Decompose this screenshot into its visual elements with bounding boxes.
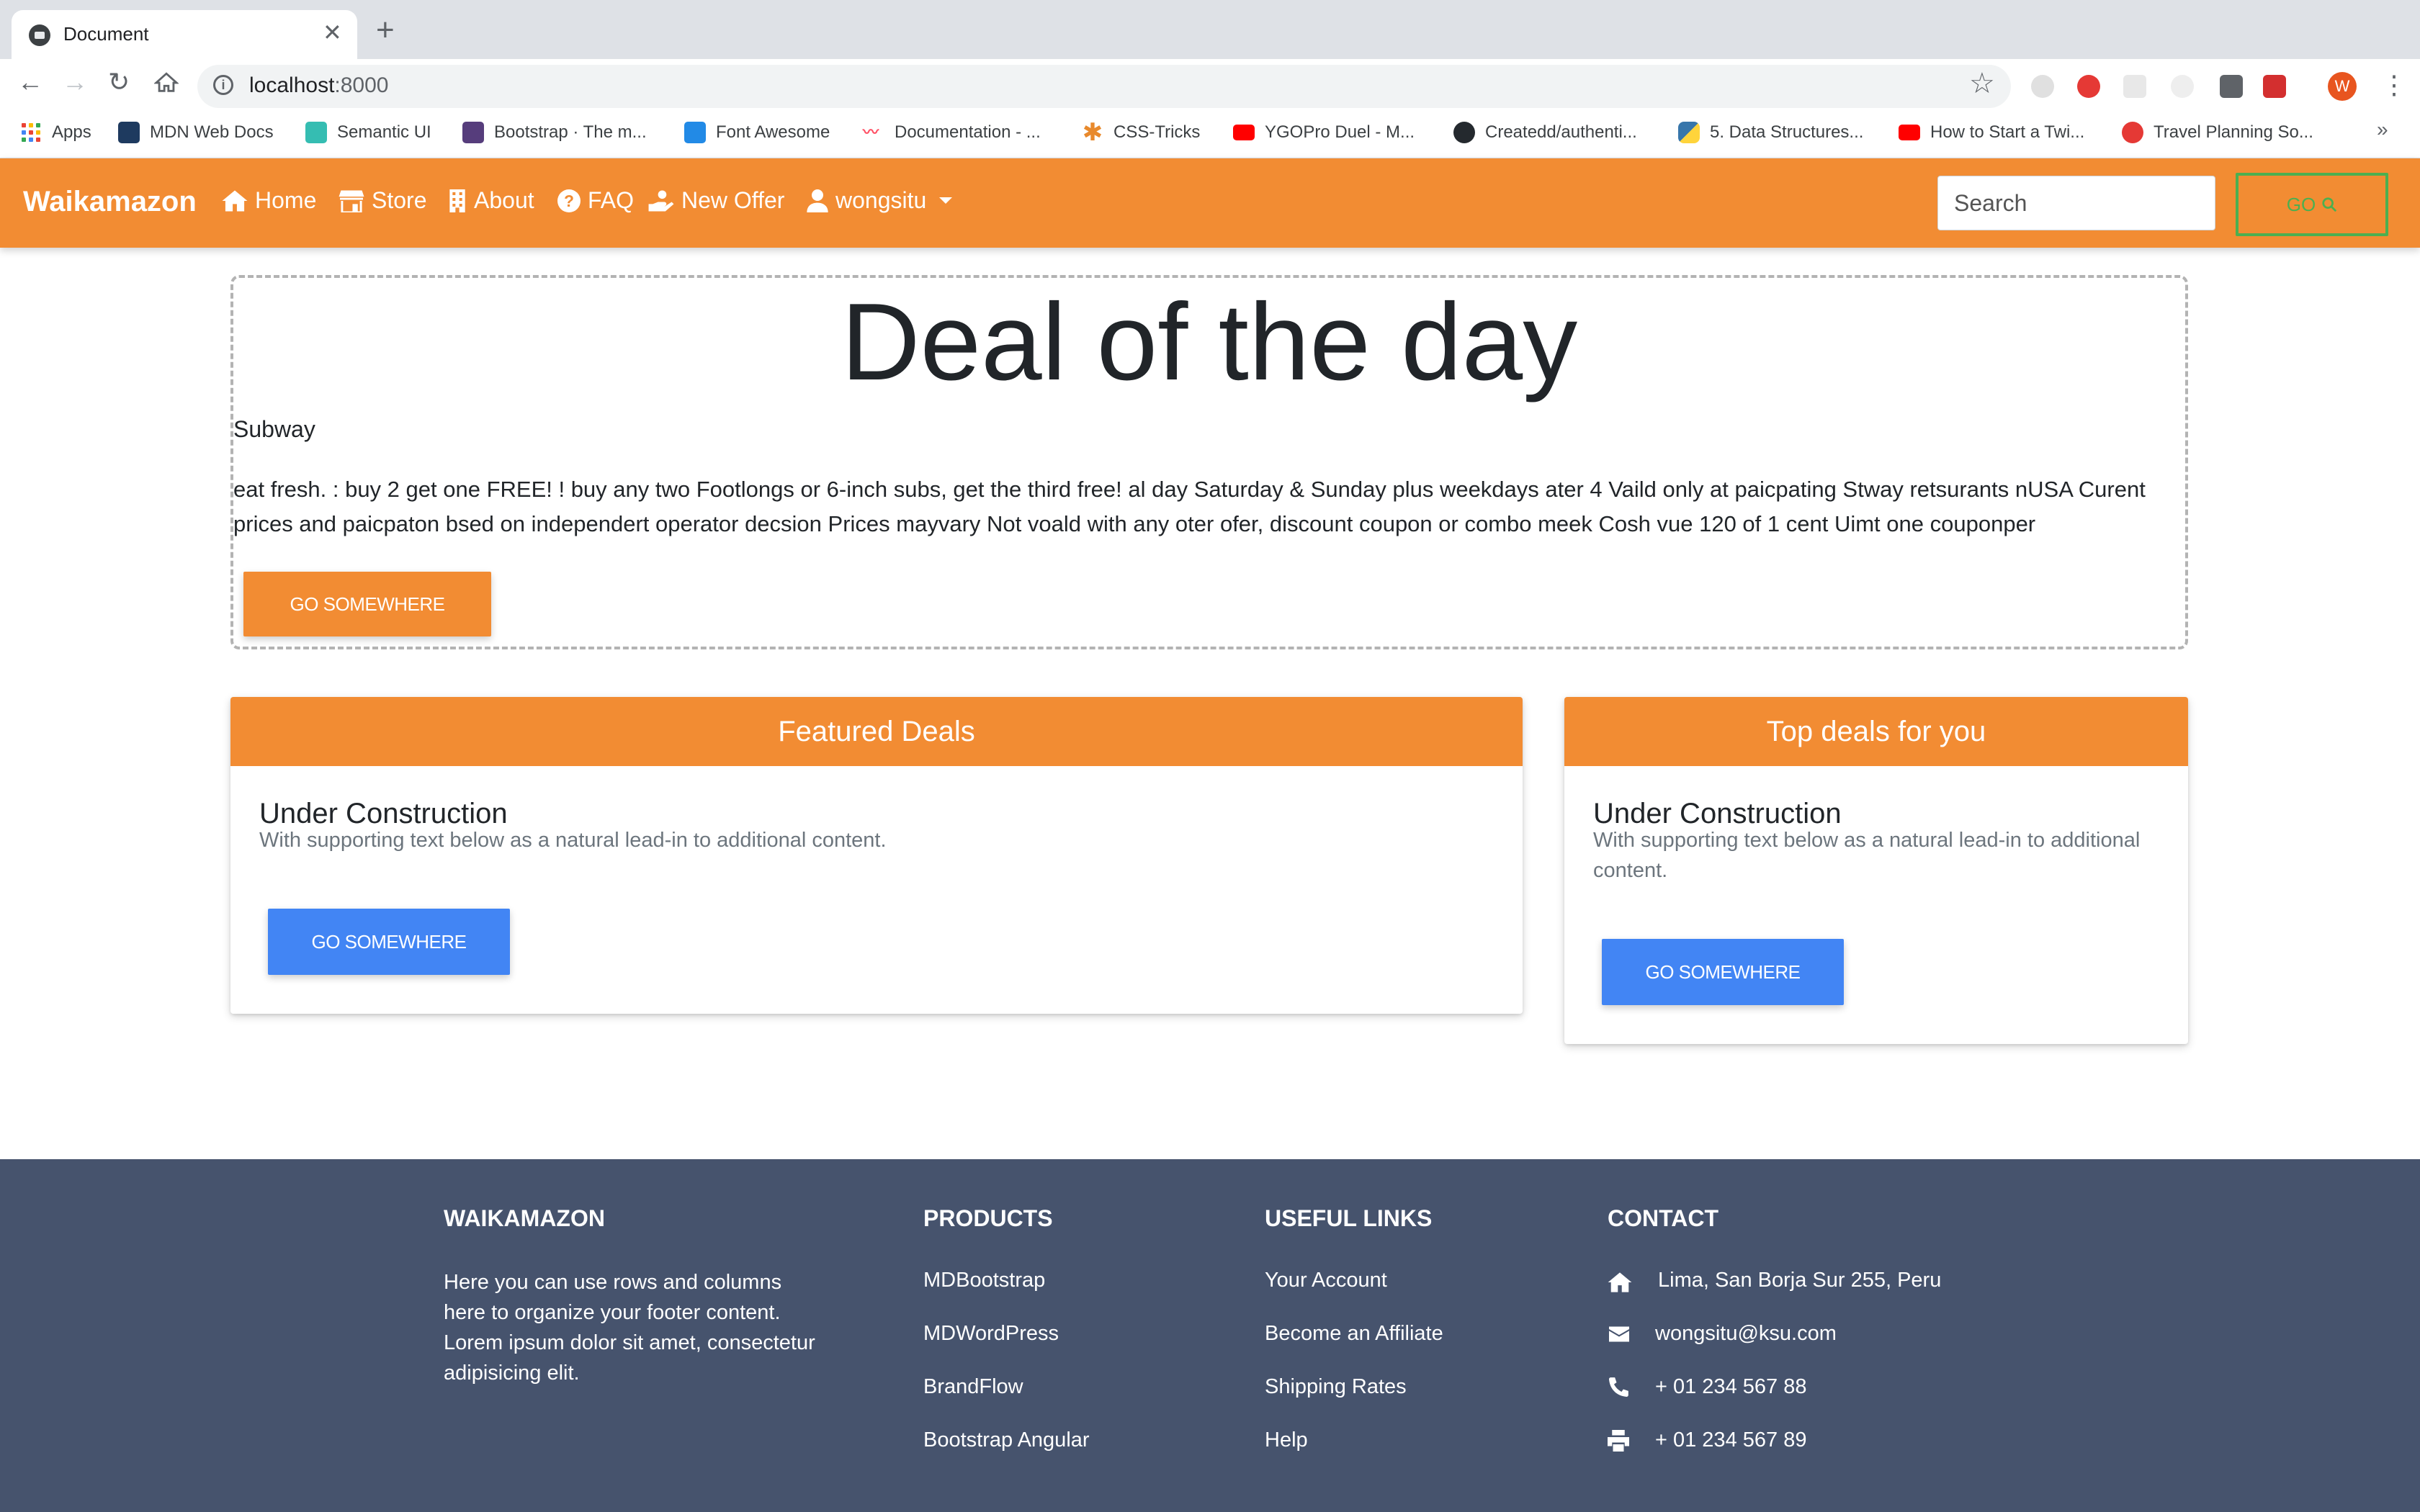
top-deals-card: Top deals for you Under Construction Wit… [1564,697,2188,1044]
footer-product-link[interactable]: MDBootstrap [923,1269,1045,1292]
building-icon [449,189,465,212]
brand-logo[interactable]: Waikamazon [23,186,197,218]
featured-deals-card: Featured Deals Under Construction With s… [230,697,1523,1014]
bookmark-travel[interactable]: Travel Planning So... [2122,118,2313,147]
home-icon [222,189,248,212]
svg-text:?: ? [564,192,574,210]
browser-tab[interactable]: Document ✕ [12,10,357,59]
bookmark-css-tricks[interactable]: ✱ CSS-Tricks [1082,118,1201,147]
deal-description: eat fresh. : buy 2 get one FREE! ! buy a… [233,477,2146,536]
envelope-icon [1609,1326,1629,1342]
bookmark-ygopro[interactable]: YGOPro Duel - M... [1233,118,1415,147]
footer-useful-link[interactable]: Become an Affiliate [1265,1322,1443,1346]
extension-off-icon[interactable] [2220,75,2243,98]
nav-about[interactable]: About [448,187,534,214]
browser-menu-icon[interactable]: ⋮ [2381,72,2407,98]
footer-useful-link[interactable]: Help [1265,1428,1308,1452]
youtube-icon [1233,125,1255,140]
nav-home[interactable]: Home [222,187,316,214]
deal-store-name: Subway [233,416,315,442]
card-go-button[interactable]: GO SOMEWHERE [1602,939,1844,1005]
footer-fax: + 01 234 567 89 [1655,1428,1807,1452]
adblock-extension-icon[interactable] [2077,75,2100,98]
bookmark-bootstrap[interactable]: Bootstrap · The m... [462,118,647,147]
mui-icon: 〰 [863,122,884,143]
info-icon[interactable]: i [213,75,233,95]
github-icon [1453,122,1475,143]
flag-icon [684,122,706,143]
card-text: With supporting text below as a natural … [1593,829,2141,882]
forward-icon[interactable]: → [62,69,88,95]
print-icon [1608,1430,1629,1452]
footer-links-heading: USEFUL LINKS [1265,1205,1433,1231]
search-go-button[interactable]: GO [2236,173,2388,236]
footer-phone: + 01 234 567 88 [1655,1375,1807,1398]
youtube-icon [1899,125,1920,140]
reload-icon[interactable]: ↻ [108,69,130,95]
store-icon [339,189,364,212]
tab-favicon-icon [29,24,50,46]
bookmark-apps[interactable]: Apps [20,118,91,147]
bookmark-documentation[interactable]: 〰 Documentation - ... [863,118,1041,147]
asterisk-icon: ✱ [1082,119,1103,146]
nav-user-dropdown[interactable]: wongsitu [807,187,953,214]
question-circle-icon: ? [557,189,581,212]
home-browser-icon[interactable] [153,71,179,99]
extension-icon[interactable] [2031,75,2054,98]
deal-title: Deal of the day [841,281,1578,403]
new-tab-icon[interactable]: + [376,14,395,46]
extension-icon[interactable] [2123,75,2146,98]
bookmark-mdn[interactable]: MDN Web Docs [118,118,274,147]
footer-about-text: Here you can use rows and columns here t… [444,1271,815,1385]
nav-faq[interactable]: ? FAQ [557,187,634,214]
profile-avatar[interactable]: W [2328,72,2357,101]
footer-email: wongsitu@ksu.com [1655,1322,1837,1345]
bookmark-github[interactable]: Createdd/authenti... [1453,118,1637,147]
tab-close-icon[interactable]: ✕ [323,19,342,46]
nav-new-offer[interactable]: New Offer [648,187,784,214]
python-icon [1678,122,1700,143]
bootstrap-icon [462,122,484,143]
address-bar[interactable] [197,65,2011,108]
user-icon [807,189,828,212]
extension-icon[interactable] [2171,75,2194,98]
semantic-ui-icon [305,122,327,143]
footer-address: Lima, San Borja Sur 255, Peru [1658,1269,1942,1292]
bookmark-semantic-ui[interactable]: Semantic UI [305,118,431,147]
footer-contact-heading: CONTACT [1608,1205,1719,1231]
apps-grid-icon [20,122,42,143]
nav-store[interactable]: Store [339,187,426,214]
bookmark-star-icon[interactable]: ☆ [1969,69,1995,98]
search-icon [2322,197,2337,212]
home-icon [1608,1272,1632,1292]
deal-go-button[interactable]: GO SOMEWHERE [243,572,491,636]
footer-product-link[interactable]: BrandFlow [923,1375,1023,1399]
url-text[interactable]: localhost:8000 [249,73,388,98]
bookmark-twitch[interactable]: How to Start a Twi... [1899,118,2084,147]
card-header: Top deals for you [1564,697,2188,766]
mdn-icon [118,122,140,143]
bookmark-font-awesome[interactable]: Font Awesome [684,118,830,147]
footer-product-link[interactable]: MDWordPress [923,1322,1059,1346]
search-input[interactable] [1937,176,2215,230]
footer-useful-link[interactable]: Shipping Rates [1265,1375,1407,1399]
crescent-icon [2122,122,2143,143]
chevron-down-icon [939,197,953,204]
bookmarks-overflow-icon[interactable]: » [2377,118,2388,141]
footer-product-link[interactable]: Bootstrap Angular [923,1428,1090,1452]
card-header: Featured Deals [230,697,1523,766]
phone-icon [1609,1377,1628,1397]
card-text: With supporting text below as a natural … [259,829,887,852]
footer-about-heading: WAIKAMAZON [444,1205,605,1231]
footer-products-heading: PRODUCTS [923,1205,1053,1231]
hand-holding-icon [648,189,674,212]
cors-extension-icon[interactable] [2263,75,2286,98]
browser-tab-strip [0,0,2420,59]
site-footer [0,1159,2420,1512]
footer-useful-link[interactable]: Your Account [1265,1269,1387,1292]
tab-title: Document [63,23,149,45]
back-icon[interactable]: ← [17,69,43,95]
bookmark-data-structures[interactable]: 5. Data Structures... [1678,118,1863,147]
card-go-button[interactable]: GO SOMEWHERE [268,909,510,975]
